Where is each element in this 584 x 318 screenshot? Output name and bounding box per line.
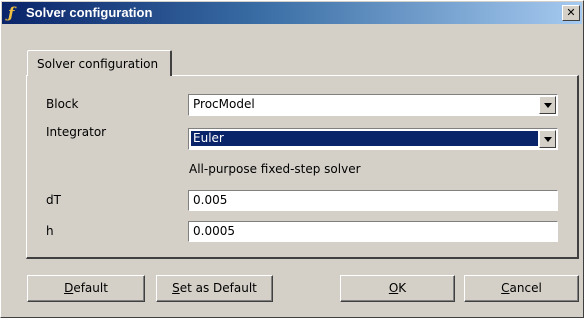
- title-bar[interactable]: ƒ Solver configuration ✕: [2, 2, 582, 24]
- dt-label: dT: [46, 193, 61, 207]
- chevron-down-icon[interactable]: [539, 96, 556, 114]
- chevron-down-icon[interactable]: [539, 130, 556, 148]
- block-select[interactable]: ProcModel: [188, 94, 558, 116]
- block-value: ProcModel: [193, 97, 255, 111]
- cancel-button[interactable]: Cancel: [464, 275, 579, 302]
- set-as-default-button[interactable]: Set as Default: [156, 275, 273, 302]
- block-label: Block: [46, 97, 79, 111]
- integrator-label: Integrator: [46, 125, 107, 139]
- window-title: Solver configuration: [26, 5, 153, 20]
- dt-field[interactable]: 0.005: [188, 190, 558, 211]
- h-label: h: [46, 224, 54, 238]
- function-icon: ƒ: [8, 4, 15, 22]
- integrator-select[interactable]: Euler: [188, 128, 558, 150]
- close-icon: ✕: [566, 6, 576, 19]
- tab-solver-configuration[interactable]: Solver configuration: [27, 50, 172, 76]
- default-button[interactable]: Default: [27, 275, 145, 302]
- solver-configuration-dialog: ƒ Solver configuration ✕ Solver configur…: [0, 0, 584, 318]
- integrator-description: All-purpose fixed-step solver: [189, 162, 361, 176]
- h-field[interactable]: 0.0005: [188, 221, 558, 242]
- tab-label: Solver configuration: [37, 57, 159, 71]
- ok-button[interactable]: OK: [340, 275, 455, 302]
- close-button[interactable]: ✕: [562, 5, 580, 21]
- integrator-value: Euler: [190, 130, 539, 147]
